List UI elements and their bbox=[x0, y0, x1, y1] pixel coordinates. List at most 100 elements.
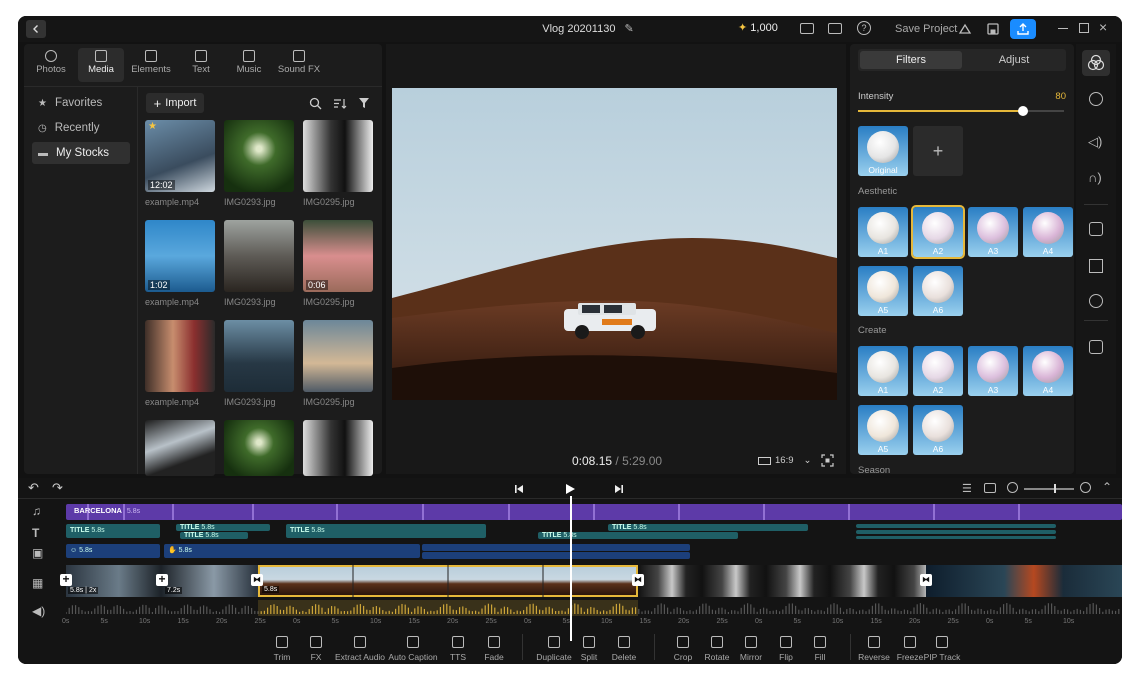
overlay-clip[interactable]: ✋ 5.8s bbox=[164, 544, 420, 558]
speed-gauge-icon[interactable] bbox=[1089, 92, 1103, 106]
filter-tile[interactable]: A2 bbox=[911, 205, 965, 259]
fill-button[interactable]: Fill bbox=[794, 636, 846, 662]
tab-text[interactable]: Text bbox=[178, 48, 224, 82]
title-clip[interactable] bbox=[856, 536, 1056, 539]
minimize-icon[interactable] bbox=[1058, 28, 1068, 30]
collapse-icon[interactable]: ⌃ bbox=[1102, 480, 1112, 494]
help-icon[interactable]: ? bbox=[857, 21, 871, 35]
filter-tile[interactable]: A4 bbox=[1023, 207, 1073, 257]
back-button[interactable] bbox=[26, 20, 46, 38]
transition-icon[interactable]: ⧓ bbox=[251, 574, 263, 586]
title-clip[interactable]: TITLE 5.8s bbox=[176, 524, 270, 531]
filter-tile[interactable]: A3 bbox=[968, 346, 1018, 396]
blur-icon[interactable] bbox=[1089, 294, 1103, 308]
media-thumbnail[interactable] bbox=[224, 420, 294, 476]
credits-badge[interactable]: ✦ 1,000 bbox=[738, 21, 778, 34]
title-clip[interactable]: TITLE 5.8s bbox=[608, 524, 808, 531]
save-disk-icon[interactable] bbox=[986, 22, 1000, 36]
filter-tile[interactable]: A5 bbox=[858, 405, 908, 455]
media-thumbnail[interactable] bbox=[145, 320, 215, 392]
title-clip[interactable] bbox=[856, 530, 1056, 534]
snap-settings-icon[interactable]: ☰ bbox=[962, 482, 972, 495]
tab-elements[interactable]: Elements bbox=[128, 48, 174, 82]
media-thumbnail[interactable] bbox=[224, 320, 294, 392]
sidebar-item-recently[interactable]: ◷ Recently bbox=[32, 117, 130, 139]
tab-media[interactable]: Media bbox=[78, 48, 124, 82]
title-clip[interactable]: TITLE 5.8s bbox=[180, 532, 248, 539]
media-thumbnail[interactable]: 1:02 bbox=[145, 220, 215, 292]
redo-icon[interactable]: ↷ bbox=[52, 480, 63, 496]
filter-tile[interactable]: A5 bbox=[858, 266, 908, 316]
maximize-icon[interactable] bbox=[1079, 23, 1089, 33]
pip-track-button[interactable]: PIP Track bbox=[916, 636, 968, 662]
overlay-clip[interactable] bbox=[422, 552, 690, 559]
sort-icon[interactable] bbox=[333, 97, 347, 110]
intensity-slider-knob[interactable] bbox=[1017, 106, 1028, 116]
tab-music[interactable]: Music bbox=[226, 48, 272, 82]
close-icon[interactable]: × bbox=[1099, 19, 1107, 35]
fade-button[interactable]: Fade bbox=[468, 636, 520, 662]
media-thumbnail[interactable] bbox=[303, 420, 373, 476]
edit-pencil-icon[interactable]: ✎ bbox=[625, 23, 634, 35]
import-button[interactable]: + Import bbox=[146, 93, 204, 113]
preview-frame[interactable] bbox=[392, 88, 837, 400]
media-thumbnail[interactable]: 0:06 bbox=[303, 220, 373, 292]
zoom-slider[interactable] bbox=[1024, 484, 1074, 493]
volume-icon[interactable]: ◁) bbox=[1088, 134, 1102, 150]
media-thumbnail[interactable]: ★ 12:02 bbox=[145, 120, 215, 192]
overlay-clip[interactable] bbox=[422, 544, 690, 551]
playhead[interactable] bbox=[570, 496, 572, 641]
expand-icon[interactable] bbox=[1089, 340, 1103, 354]
add-transition-button[interactable]: + bbox=[156, 573, 168, 586]
extract-audio-button[interactable]: Extract Audio bbox=[334, 636, 386, 662]
filter-funnel-icon[interactable] bbox=[358, 97, 370, 109]
save-project-label[interactable]: Save Project bbox=[895, 23, 957, 35]
media-thumbnail[interactable] bbox=[303, 120, 373, 192]
tab-sound-fx[interactable]: Sound FX bbox=[276, 48, 322, 82]
filter-tile[interactable]: A1 bbox=[858, 346, 908, 396]
add-filter-button[interactable]: + bbox=[913, 126, 963, 176]
play-icon[interactable] bbox=[564, 483, 576, 495]
filter-tile[interactable]: A2 bbox=[913, 346, 963, 396]
tab-adjust[interactable]: Adjust bbox=[964, 51, 1064, 69]
delete-button[interactable]: Delete bbox=[598, 636, 650, 662]
mask-icon[interactable] bbox=[1089, 222, 1103, 236]
overlay-clip[interactable]: ☺ 5.8s bbox=[66, 544, 160, 558]
undo-icon[interactable]: ↶ bbox=[28, 480, 39, 496]
add-transition-button[interactable]: + bbox=[60, 573, 72, 586]
filter-tile[interactable]: Original bbox=[858, 126, 908, 176]
media-thumbnail[interactable] bbox=[224, 220, 294, 292]
skip-forward-icon[interactable] bbox=[614, 484, 624, 494]
search-icon[interactable] bbox=[309, 97, 322, 110]
filter-tile[interactable]: A3 bbox=[968, 207, 1018, 257]
video-clip[interactable] bbox=[926, 565, 1122, 597]
title-clip[interactable]: TITLE 5.8s bbox=[66, 524, 160, 538]
project-title[interactable]: Vlog 20201130 ✎ bbox=[488, 22, 688, 35]
filter-tile[interactable]: A1 bbox=[858, 207, 908, 257]
rail-filters-button[interactable] bbox=[1082, 50, 1110, 76]
filter-tile[interactable]: A4 bbox=[1023, 346, 1073, 396]
title-clip[interactable]: TITLE 5.8s bbox=[286, 524, 486, 538]
media-thumbnail[interactable] bbox=[224, 120, 294, 192]
filter-tile[interactable]: A6 bbox=[913, 266, 963, 316]
title-clip[interactable] bbox=[856, 524, 1056, 528]
title-clip[interactable]: TITLE 5.8s bbox=[538, 532, 738, 539]
export-button[interactable] bbox=[1010, 19, 1036, 39]
video-clip[interactable] bbox=[638, 565, 926, 597]
time-ruler[interactable]: 0s 5s 10s 15s 20s 25s 0s 5s 10s 15s 20s 25s 0s 5s 10s 1… bbox=[62, 618, 1122, 630]
filter-tile[interactable]: A6 bbox=[913, 405, 963, 455]
voice-icon[interactable]: ∩) bbox=[1088, 170, 1102, 185]
zoom-out-icon[interactable] bbox=[1007, 482, 1018, 493]
auto-fit-icon[interactable] bbox=[984, 483, 996, 493]
sidebar-item-favorites[interactable]: ★ Favorites bbox=[32, 92, 130, 114]
keyboard-layout-icon[interactable] bbox=[800, 23, 814, 34]
intensity-slider[interactable] bbox=[858, 106, 1064, 116]
sidebar-item-my-stocks[interactable]: ▬ My Stocks bbox=[32, 142, 130, 164]
aspect-ratio-select[interactable]: 16:9 ⌄ bbox=[758, 455, 811, 466]
zoom-in-icon[interactable] bbox=[1080, 482, 1091, 493]
fullscreen-icon[interactable] bbox=[821, 454, 834, 467]
transition-icon[interactable]: ⧓ bbox=[632, 574, 644, 586]
keyboard-icon[interactable] bbox=[828, 23, 842, 34]
skip-back-icon[interactable] bbox=[514, 484, 524, 494]
tab-photos[interactable]: Photos bbox=[28, 48, 74, 82]
